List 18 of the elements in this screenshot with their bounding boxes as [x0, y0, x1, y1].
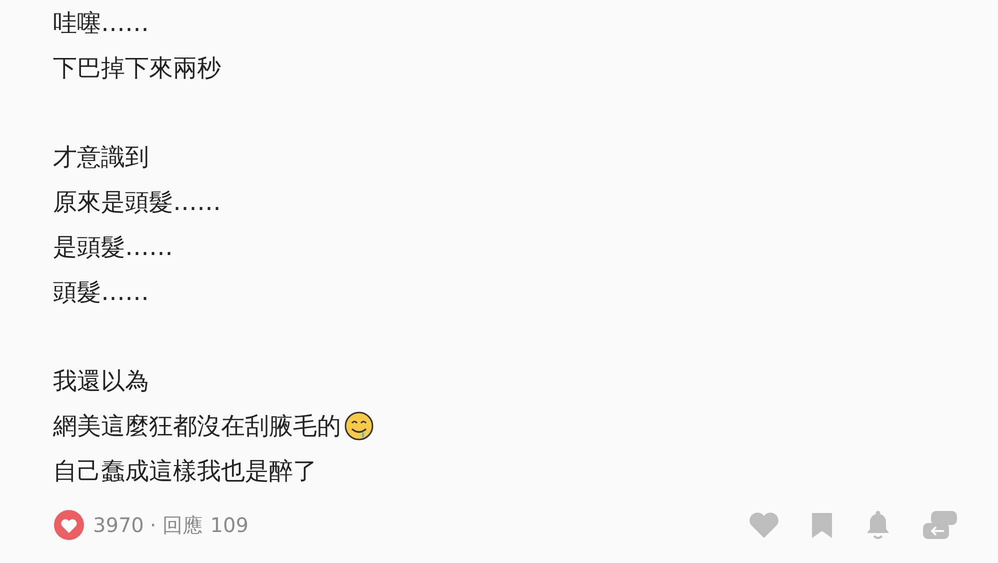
- reply-count: 109: [210, 513, 248, 537]
- heart-icon[interactable]: [748, 511, 780, 539]
- bookmark-icon[interactable]: [810, 511, 834, 539]
- share-icon[interactable]: [922, 510, 958, 540]
- post-text-line: 哇噻……: [53, 8, 149, 38]
- post-text-line: 原來是頭髮……: [53, 186, 221, 218]
- post-text-line: 才意識到: [53, 142, 149, 172]
- drooling-face-icon: [344, 410, 374, 440]
- post-text-line: 是頭髮……: [53, 232, 173, 262]
- post-text-line: 網美這麼狂都沒在刮腋毛的: [53, 410, 341, 442]
- like-count: 3970: [93, 513, 144, 537]
- bell-icon[interactable]: [864, 510, 892, 540]
- post-text-line: 頭髮……: [53, 276, 149, 308]
- post-text-line: 自己蠢成這樣我也是醉了: [53, 456, 317, 486]
- post-text-line: 我還以為: [53, 366, 149, 396]
- separator-dot: ·: [150, 513, 156, 537]
- replies-label[interactable]: 回應: [162, 512, 202, 538]
- post-text-line: 下巴掉下來兩秒: [53, 52, 221, 84]
